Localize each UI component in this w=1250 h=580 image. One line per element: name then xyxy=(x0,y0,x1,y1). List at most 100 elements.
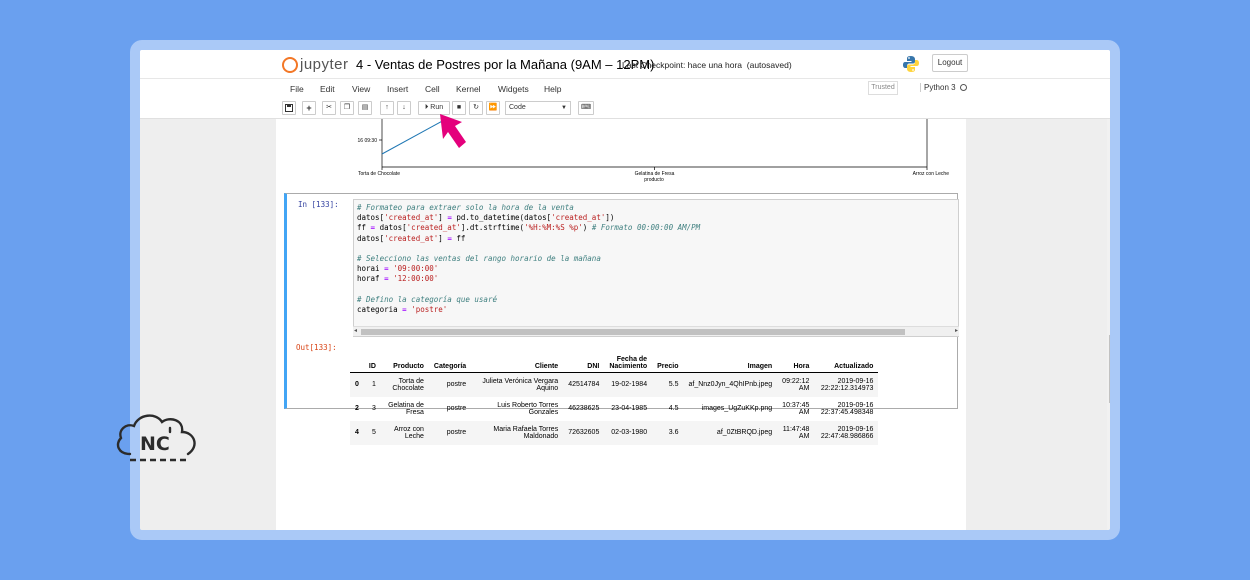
table-cell: 5 xyxy=(363,420,381,445)
scroll-right-icon[interactable]: ▸ xyxy=(955,327,958,334)
table-row: 4 5 Arroz con Leche postre Maria Rafaela Tor… xyxy=(350,420,879,445)
table-cell: 2019-09-16 22:22:12.314973 xyxy=(814,372,879,397)
checkpoint-status: Last Checkpoint: hace una hora (autosave… xyxy=(622,60,792,70)
nc-cloud-logo: NC xyxy=(116,414,196,462)
copy-button[interactable]: ❐ xyxy=(340,101,354,115)
menu-kernel[interactable]: Kernel xyxy=(456,84,481,94)
table-cell: 0 xyxy=(350,372,364,397)
menu-bar: File Edit View Insert Cell Kernel Widget… xyxy=(140,78,1110,98)
table-cell: 1 xyxy=(363,372,381,397)
table-cell: images_UgZuKKp.png xyxy=(701,405,773,412)
menu-widgets[interactable]: Widgets xyxy=(498,84,529,94)
save-icon xyxy=(285,104,293,112)
menu-view[interactable]: View xyxy=(352,84,370,94)
checkpoint-text: Last Checkpoint: hace una hora xyxy=(622,60,743,70)
table-header-8: Imagen xyxy=(683,354,778,373)
jupyter-window: jupyter 4 - Ventas de Postres por la Mañ… xyxy=(130,40,1120,540)
scroll-up-icon[interactable]: ▲ xyxy=(1109,121,1110,127)
table-cell: 2 xyxy=(355,405,359,412)
table-cell: Torta de Chocolate xyxy=(380,372,429,397)
table-header-4: Cliente xyxy=(471,354,564,373)
vertical-scroll-thumb[interactable] xyxy=(1109,335,1110,403)
table-cell: 2019-09-16 22:47:48.986866 xyxy=(814,420,879,445)
table-cell: 5.5 xyxy=(652,372,684,397)
table-cell: 72632605 xyxy=(563,420,605,445)
jupyter-logo-icon xyxy=(282,56,298,73)
x-tick-group: Torta de Chocolate Gelatina de Fresa Arroz… xyxy=(358,167,949,177)
table-cell: 3.6 xyxy=(652,420,684,445)
keyboard-icon: ⌨ xyxy=(580,104,592,111)
menu-insert[interactable]: Insert xyxy=(387,84,408,94)
table-cell: 42514784 xyxy=(563,372,605,397)
plot-output: 16 09:30 Torta de Chocolate Gelatina de F… xyxy=(276,119,966,185)
table-cell: 4 xyxy=(350,420,364,445)
table-header-row: ID Producto Categoría Cliente DNI Fecha de Na… xyxy=(350,354,879,373)
save-button[interactable] xyxy=(282,101,296,115)
cut-button[interactable]: ✂ xyxy=(322,101,336,115)
jupyter-logo-text: jupyter xyxy=(300,56,349,73)
notebook-header: jupyter 4 - Ventas de Postres por la Mañ… xyxy=(140,50,1110,78)
logout-button[interactable]: Logout xyxy=(932,54,968,72)
notebook-container: 16 09:30 Torta de Chocolate Gelatina de F… xyxy=(276,119,966,530)
table-header-0 xyxy=(350,354,364,373)
table-cell: Gelatina de Fresa xyxy=(388,401,424,416)
code-text[interactable]: # Formateo para extraer solo la hora de … xyxy=(357,203,958,336)
table-cell: 23-04-1985 xyxy=(611,405,648,412)
menu-cell[interactable]: Cell xyxy=(425,84,440,94)
horizontal-scrollbar[interactable]: ◂ ▸ xyxy=(353,326,959,336)
cell-type-value: Code xyxy=(509,104,526,111)
insert-cell-button[interactable]: + xyxy=(302,101,316,115)
table-header-10: Actualizado xyxy=(814,354,879,373)
table-cell: 3 xyxy=(372,405,376,412)
table-cell: 09:22:12 AM xyxy=(777,372,815,397)
output-prompt: Out[133]: xyxy=(296,343,337,352)
table-header-3: Categoría xyxy=(428,354,472,373)
paste-button[interactable]: ▤ xyxy=(358,101,372,115)
cell-type-select[interactable]: Code ▼ xyxy=(505,101,571,115)
code-editor[interactable]: # Formateo para extraer solo la hora de … xyxy=(353,199,959,337)
move-up-button[interactable]: ↑ xyxy=(380,101,394,115)
line-chart: 16 09:30 Torta de Chocolate Gelatina de F… xyxy=(358,119,949,183)
copy-icon: ❐ xyxy=(343,104,351,111)
arrow-down-icon: ↓ xyxy=(402,104,406,111)
menu-edit[interactable]: Edit xyxy=(320,84,335,94)
menu-help[interactable]: Help xyxy=(544,84,561,94)
series-line xyxy=(381,119,447,155)
restart-run-all-button[interactable]: ⏩ xyxy=(486,101,500,115)
table-cell: postre xyxy=(428,420,472,445)
horizontal-scroll-thumb[interactable] xyxy=(361,329,905,335)
table-cell: postre xyxy=(428,372,472,397)
command-palette-button[interactable]: ⌨ xyxy=(578,101,594,115)
notebook-title[interactable]: 4 - Ventas de Postres por la Mañana (9AM… xyxy=(356,57,654,72)
output-dataframe: ID Producto Categoría Cliente DNI Fecha de Na… xyxy=(350,354,879,445)
table-cell: 46238625 xyxy=(568,405,600,412)
menu-file[interactable]: File xyxy=(290,84,304,94)
vertical-scrollbar[interactable]: ▲ ▼ xyxy=(1107,119,1115,537)
caret-down-icon: ▼ xyxy=(561,105,567,111)
table-cell: Arroz con Leche xyxy=(380,420,429,445)
table-row: 2 3 Gelatina de Fresa postre Luis Roberto To… xyxy=(350,397,878,421)
fast-forward-icon: ⏩ xyxy=(488,104,498,111)
table-body: 0 1 Torta de Chocolate postre Julieta Veróni… xyxy=(350,372,879,445)
move-down-button[interactable]: ↓ xyxy=(397,101,411,115)
kernel-name: Python 3 xyxy=(920,83,956,92)
table-cell: 11:47:48 AM xyxy=(777,420,815,445)
scroll-down-icon[interactable]: ▼ xyxy=(1109,531,1115,537)
x-axis-label: producto xyxy=(644,177,664,183)
table-cell: Julieta Verónica Vergara Aquino xyxy=(471,372,564,397)
restart-button[interactable]: ↻ xyxy=(469,101,483,115)
jupyter-logo[interactable]: jupyter xyxy=(282,56,349,73)
kernel-status-icon xyxy=(960,84,967,91)
table-cell: postre xyxy=(446,405,467,412)
scroll-left-icon[interactable]: ◂ xyxy=(354,327,357,334)
plus-icon: + xyxy=(306,103,312,113)
autosave-text: (autosaved) xyxy=(746,60,792,70)
table-cell: Luis Roberto Torres Gonzales xyxy=(497,401,559,416)
table-header-6: Fecha de Nacimiento xyxy=(604,354,653,373)
trusted-indicator[interactable]: Trusted xyxy=(868,81,898,95)
y-tick-label: 16 09:30 xyxy=(358,138,378,144)
step-forward-icon: ⏵ xyxy=(424,104,429,111)
run-label: Run xyxy=(430,104,444,111)
arrow-up-icon: ↑ xyxy=(385,104,389,111)
table-cell: 19-02-1984 xyxy=(604,372,653,397)
